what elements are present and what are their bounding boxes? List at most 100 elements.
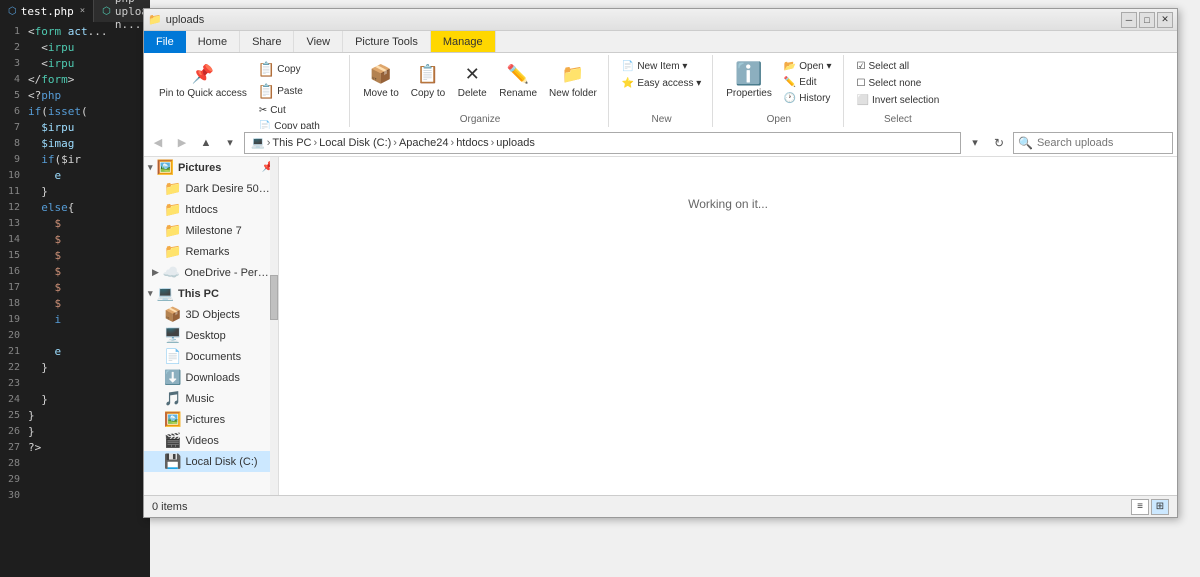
ribbon-group-select: ☑ Select all ☐ Select none ⬜ Invert sele… xyxy=(846,55,951,127)
ribbon-group-organize: 📦 Move to 📋 Copy to ✕ Delete ✏️ Rename 📁 xyxy=(352,55,609,127)
expand-icon: ▾ xyxy=(148,288,153,299)
paste-button[interactable]: 📋 Paste xyxy=(254,81,343,102)
move-to-icon: 📦 xyxy=(369,62,393,86)
sidebar-item-local-disk[interactable]: 💾 Local Disk (C:) xyxy=(144,451,278,472)
sidebar-item-pictures-header[interactable]: ▾ 🖼️ Pictures 📌 xyxy=(144,157,278,178)
sidebar-item-desktop[interactable]: 🖥️ Desktop xyxy=(144,325,278,346)
sidebar-item-this-pc[interactable]: ▾ 💻 This PC xyxy=(144,283,278,304)
sidebar-item-documents[interactable]: 📄 Documents xyxy=(144,346,278,367)
move-to-button[interactable]: 📦 Move to xyxy=(358,59,404,102)
code-editor: ⬡ test.php × ⬡ php upload n... 12345 678… xyxy=(0,0,150,577)
new-folder-button[interactable]: 📁 New folder xyxy=(544,59,602,102)
sidebar-item-videos[interactable]: 🎬 Videos xyxy=(144,430,278,451)
address-bar: ◀ ▶ ▲ ▾ 💻 › This PC › Local Disk (C:) › … xyxy=(144,129,1177,157)
easy-access-button[interactable]: ⭐ Easy access ▾ xyxy=(617,76,706,91)
sidebar-item-dark-desire[interactable]: 📁 Dark Desire 502 7... xyxy=(144,178,278,199)
rename-button[interactable]: ✏️ Rename xyxy=(494,59,542,102)
scroll-thumb[interactable] xyxy=(270,275,278,320)
invert-selection-icon: ⬜ xyxy=(857,95,869,106)
address-icon: 💻 xyxy=(251,136,265,149)
title-text: 📁 uploads xyxy=(148,13,204,26)
search-box[interactable]: 🔍 xyxy=(1013,132,1173,154)
status-bar: 0 items ≡ ⊞ xyxy=(144,495,1177,517)
recent-locations-button[interactable]: ▾ xyxy=(220,133,240,153)
sidebar-item-pictures-sub[interactable]: 🖼️ Pictures xyxy=(144,409,278,430)
view-buttons: ≡ ⊞ xyxy=(1131,499,1169,515)
sidebar-item-music[interactable]: 🎵 Music xyxy=(144,388,278,409)
tab-view[interactable]: View xyxy=(294,31,343,52)
search-input[interactable] xyxy=(1037,137,1179,149)
dropdown-button[interactable]: ▾ xyxy=(965,133,985,153)
working-status: Working on it... xyxy=(688,197,768,211)
delete-button[interactable]: ✕ Delete xyxy=(452,59,492,102)
history-button[interactable]: 🕐 History xyxy=(779,91,837,106)
copy-button[interactable]: 📋 Copy xyxy=(254,59,343,80)
close-button[interactable]: ✕ xyxy=(1157,12,1173,28)
tab-php-upload[interactable]: ⬡ php upload n... xyxy=(94,0,150,22)
sidebar-item-milestone[interactable]: 📁 Milestone 7 xyxy=(144,220,278,241)
easy-access-icon: ⭐ xyxy=(622,78,634,89)
desktop-icon: 🖥️ xyxy=(164,327,181,344)
sidebar: ▾ 🖼️ Pictures 📌 📁 Dark Desire 502 7... 📁… xyxy=(144,157,279,495)
new-item-button[interactable]: 📄 New Item ▾ xyxy=(617,59,692,74)
path-uploads[interactable]: uploads xyxy=(496,137,535,149)
large-icons-view-button[interactable]: ⊞ xyxy=(1151,499,1169,515)
minimize-button[interactable]: ─ xyxy=(1121,12,1137,28)
tab-file[interactable]: File xyxy=(144,31,186,53)
folder-icon: 📁 xyxy=(164,222,181,239)
tab-share[interactable]: Share xyxy=(240,31,294,52)
details-view-button[interactable]: ≡ xyxy=(1131,499,1149,515)
tab-picture-tools[interactable]: Picture Tools xyxy=(343,31,431,52)
path-apache24[interactable]: Apache24 xyxy=(399,137,449,149)
sidebar-item-remarks[interactable]: 📁 Remarks xyxy=(144,241,278,262)
title-controls: ─ □ ✕ xyxy=(1121,12,1173,28)
onedrive-icon: ☁️ xyxy=(163,264,180,281)
copy-to-icon: 📋 xyxy=(416,62,440,86)
path-this-pc[interactable]: This PC xyxy=(272,137,311,149)
address-path[interactable]: 💻 › This PC › Local Disk (C:) › Apache24… xyxy=(244,132,961,154)
edit-icon: ✏️ xyxy=(784,77,796,88)
invert-selection-button[interactable]: ⬜ Invert selection xyxy=(852,93,945,108)
open-button[interactable]: 📂 Open ▾ xyxy=(779,59,837,74)
sidebar-scrollbar[interactable] xyxy=(270,157,278,495)
3d-objects-icon: 📦 xyxy=(164,306,181,323)
tab-manage[interactable]: Manage xyxy=(431,31,496,52)
path-local-disk[interactable]: Local Disk (C:) xyxy=(319,137,391,149)
edit-button[interactable]: ✏️ Edit xyxy=(779,75,837,90)
content-area: Working on it... xyxy=(279,157,1177,495)
up-button[interactable]: ▲ xyxy=(196,133,216,153)
window-title: uploads xyxy=(166,14,205,26)
back-button[interactable]: ◀ xyxy=(148,133,168,153)
properties-button[interactable]: ℹ️ Properties xyxy=(721,59,777,102)
ribbon-group-open: ℹ️ Properties 📂 Open ▾ ✏️ Edit 🕐 History xyxy=(715,55,843,127)
sidebar-item-htdocs[interactable]: 📁 htdocs xyxy=(144,199,278,220)
pin-to-quick-access-button[interactable]: 📌 Pin to Quick access xyxy=(154,59,252,103)
select-all-icon: ☑ xyxy=(857,61,866,72)
maximize-button[interactable]: □ xyxy=(1139,12,1155,28)
properties-icon: ℹ️ xyxy=(737,62,761,86)
tab-home[interactable]: Home xyxy=(186,31,240,52)
paste-icon: 📋 xyxy=(258,83,275,100)
code-content-area: 12345 678910 1112131415 1617181920 21222… xyxy=(0,22,150,577)
ribbon-group-new: 📄 New Item ▾ ⭐ Easy access ▾ New xyxy=(611,55,713,127)
editor-tabs: ⬡ test.php × ⬡ php upload n... xyxy=(0,0,150,22)
sidebar-item-3d-objects[interactable]: 📦 3D Objects xyxy=(144,304,278,325)
select-all-button[interactable]: ☑ Select all xyxy=(852,59,915,74)
tab-test-php[interactable]: ⬡ test.php × xyxy=(0,0,94,22)
forward-button[interactable]: ▶ xyxy=(172,133,192,153)
select-none-button[interactable]: ☐ Select none xyxy=(852,76,927,91)
ribbon-tabs: File Home Share View Picture Tools Manag… xyxy=(144,31,1177,53)
cut-icon: ✂ xyxy=(259,105,267,116)
path-htdocs[interactable]: htdocs xyxy=(456,137,488,149)
copy-to-button[interactable]: 📋 Copy to xyxy=(406,59,450,102)
copy-icon: 📋 xyxy=(258,61,275,78)
line-numbers: 12345 678910 1112131415 1617181920 21222… xyxy=(0,22,24,577)
search-icon: 🔍 xyxy=(1018,136,1033,150)
item-count: 0 items xyxy=(152,501,187,513)
file-explorer-window: 📁 uploads ─ □ ✕ File Home Share View Pic… xyxy=(143,8,1178,518)
sidebar-item-downloads[interactable]: ⬇️ Downloads xyxy=(144,367,278,388)
cut-button[interactable]: ✂ Cut xyxy=(254,103,343,118)
refresh-button[interactable]: ↻ xyxy=(989,133,1009,153)
downloads-icon: ⬇️ xyxy=(164,369,181,386)
sidebar-item-onedrive[interactable]: ▶ ☁️ OneDrive - Person... xyxy=(144,262,278,283)
